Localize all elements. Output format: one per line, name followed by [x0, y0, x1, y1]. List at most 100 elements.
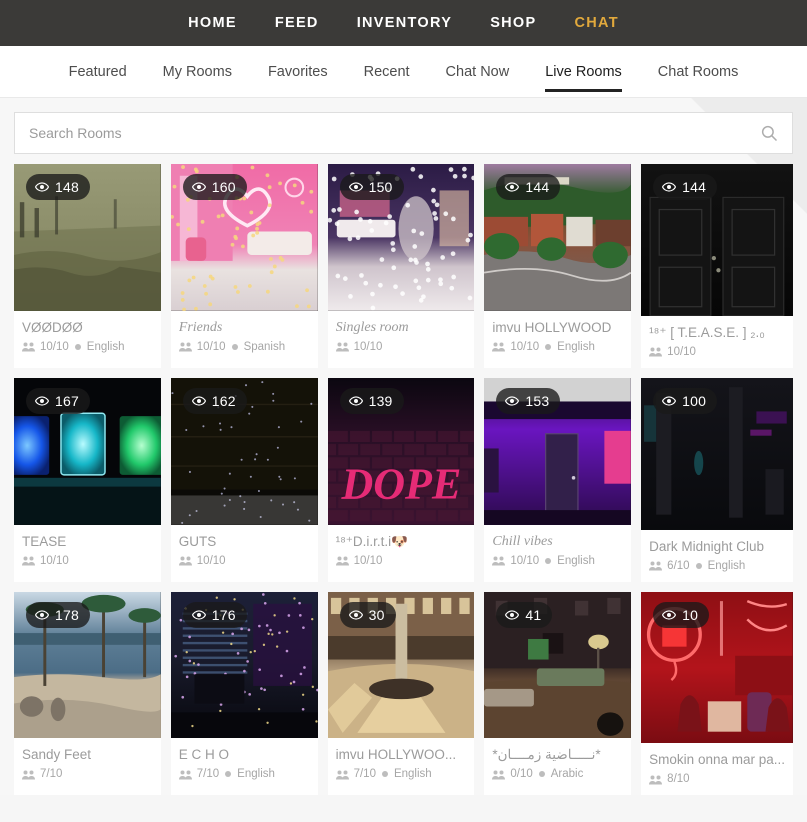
room-title: GUTS	[178, 533, 217, 549]
room-language: Arabic	[550, 768, 584, 781]
eye-icon	[505, 396, 520, 406]
topnav-item-shop[interactable]: SHOP	[490, 15, 536, 31]
room-thumbnail[interactable]: 148	[14, 164, 161, 311]
room-capacity: 10/10	[196, 554, 226, 567]
room-thumbnail[interactable]: 100	[641, 377, 793, 530]
room-thumbnail[interactable]: DOPE 139	[327, 377, 475, 525]
people-icon	[649, 775, 663, 785]
room-thumbnail[interactable]: 144	[641, 164, 793, 316]
room-thumbnail[interactable]: 153	[484, 377, 632, 525]
tab-featured[interactable]: Featured	[69, 46, 127, 98]
eye-icon	[35, 609, 49, 620]
viewer-count-badge: 167	[26, 387, 90, 414]
room-card[interactable]: 160 Friends 10/10 Spanish	[170, 164, 318, 368]
topnav-item-feed[interactable]: FEED	[275, 15, 319, 31]
room-card[interactable]: 30 imvu HOLLYWOO... 7/10 English	[327, 591, 475, 796]
viewer-count: 144	[525, 179, 550, 195]
tab-chat-now[interactable]: Chat Now	[446, 46, 510, 98]
people-icon	[649, 561, 663, 571]
eye-icon	[662, 396, 677, 406]
tab-live-rooms[interactable]: Live Rooms	[545, 46, 622, 98]
room-info: VØØDØØ 10/10 English	[14, 311, 161, 363]
room-capacity: 10/10	[353, 554, 383, 567]
rooms-content: 148 VØØDØØ 10/10 English 160 Friends 10/10 Span…	[0, 98, 807, 796]
room-thumbnail[interactable]: 41	[484, 591, 632, 739]
room-info: Chill vibes 10/10 English	[484, 525, 631, 577]
room-card[interactable]: 178 Sandy Feet 7/10	[14, 591, 161, 796]
viewer-count-badge: 178	[26, 601, 90, 628]
eye-icon	[348, 609, 363, 620]
room-title: E C H O	[178, 747, 230, 763]
room-card[interactable]: 176 E C H O 7/10 English	[170, 591, 318, 796]
viewer-count-badge: 10	[653, 601, 710, 628]
viewer-count-badge: 176	[182, 601, 247, 628]
room-language: English	[557, 554, 595, 567]
room-title: TEASE	[22, 533, 67, 549]
room-meta: 10/10	[22, 555, 153, 567]
room-card[interactable]: 10 Smokin onna mar pa... 8/10	[641, 591, 793, 796]
people-icon	[178, 342, 192, 352]
search-bar[interactable]	[14, 112, 793, 154]
room-card[interactable]: 148 VØØDØØ 10/10 English	[14, 164, 161, 368]
room-thumbnail[interactable]: 162	[170, 377, 318, 525]
room-card[interactable]: 150 Singles room 10/10	[327, 164, 475, 368]
room-card[interactable]: DOPE 139 ¹⁸⁺D.i.r.t.i🐶 10/10	[327, 377, 475, 582]
search-input[interactable]	[29, 125, 760, 141]
room-thumbnail[interactable]: 150	[327, 164, 475, 311]
room-thumbnail[interactable]: 176	[170, 591, 318, 739]
room-meta: 6/10 English	[649, 560, 785, 572]
room-info: Smokin onna mar pa... 8/10	[641, 743, 793, 795]
room-capacity: 10/10	[40, 340, 69, 353]
people-icon	[22, 770, 35, 780]
topnav-item-chat[interactable]: CHAT	[574, 15, 618, 31]
room-card[interactable]: 167 TEASE 10/10	[14, 377, 161, 582]
tab-favorites[interactable]: Favorites	[268, 46, 328, 98]
eye-icon	[191, 182, 206, 192]
eye-icon	[662, 182, 677, 192]
tab-my-rooms[interactable]: My Rooms	[163, 46, 232, 98]
room-capacity: 10/10	[510, 340, 540, 353]
eye-icon	[505, 182, 520, 192]
people-icon	[22, 342, 35, 352]
room-capacity: 7/10	[196, 768, 220, 781]
room-thumbnail[interactable]: 30	[327, 591, 475, 739]
people-icon	[492, 342, 506, 352]
room-meta: 10/10 English	[22, 341, 153, 353]
room-thumbnail[interactable]: 160	[170, 164, 318, 311]
room-capacity: 0/10	[510, 768, 533, 781]
room-capacity: 8/10	[667, 773, 690, 786]
room-thumbnail[interactable]: 144	[484, 164, 632, 311]
room-thumbnail[interactable]: 178	[14, 591, 161, 739]
room-card[interactable]: 153 Chill vibes 10/10 English	[484, 377, 632, 582]
search-icon[interactable]	[760, 124, 778, 142]
topnav-item-home[interactable]: HOME	[188, 15, 237, 31]
top-navigation: HOME FEED INVENTORY SHOP CHAT	[0, 0, 807, 46]
room-card[interactable]: 162 GUTS 10/10	[170, 377, 318, 582]
room-title: ¹⁸⁺D.i.r.t.i🐶	[335, 533, 408, 549]
room-language: English	[707, 559, 746, 572]
room-meta: 8/10	[649, 773, 785, 785]
room-info: Singles room 10/10	[328, 311, 475, 363]
eye-icon	[35, 182, 49, 192]
room-capacity: 10/10	[510, 554, 540, 567]
topnav-item-inventory[interactable]: INVENTORY	[357, 15, 453, 31]
viewer-count: 148	[55, 179, 79, 195]
tab-chat-rooms[interactable]: Chat Rooms	[658, 46, 739, 98]
viewer-count: 167	[55, 392, 79, 409]
room-card[interactable]: 100 Dark Midnight Club 6/10 English	[641, 377, 793, 582]
room-title: VØØDØØ	[22, 319, 83, 335]
room-card[interactable]: 144 ¹⁸⁺ [ T.E.A.S.E. ] ₂.₀ 10/10	[641, 164, 793, 368]
svg-text:DOPE: DOPE	[340, 459, 461, 508]
room-card[interactable]: 144 imvu HOLLYWOOD 10/10 English	[484, 164, 632, 368]
tab-recent[interactable]: Recent	[364, 46, 410, 98]
room-thumbnail[interactable]: 167	[14, 377, 161, 525]
room-thumbnail[interactable]: 10	[641, 591, 793, 744]
room-meta: 0/10 Arabic	[492, 768, 623, 780]
viewer-count: 178	[55, 606, 79, 623]
viewer-count: 139	[368, 392, 393, 409]
room-info: imvu HOLLYWOO... 7/10 English	[328, 738, 475, 790]
eye-icon	[505, 609, 520, 620]
room-card[interactable]: 41 *نـــــاضية زمــــان* 0/10 Arabic	[484, 591, 632, 796]
viewer-count-badge: 160	[182, 174, 247, 200]
room-title: Singles room	[335, 319, 409, 335]
